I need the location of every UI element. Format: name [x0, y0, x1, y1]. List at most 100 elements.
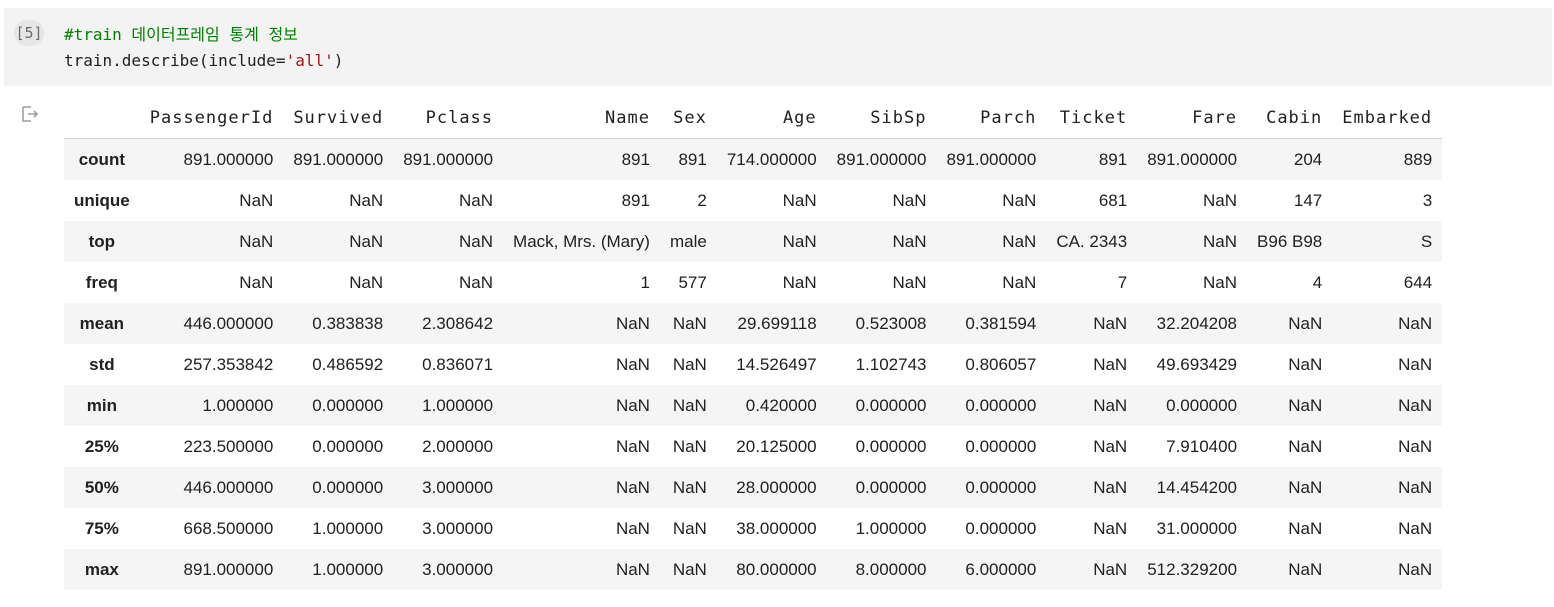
- table-cell: NaN: [615, 395, 650, 415]
- table-cell: NaN: [239, 231, 274, 251]
- table-cell: 6.000000: [965, 559, 1037, 579]
- table-cell: 1.000000: [422, 395, 494, 415]
- table-cell: 891: [1098, 149, 1128, 169]
- table-cell: NaN: [615, 436, 650, 456]
- table-cell: 0.000000: [1166, 395, 1238, 415]
- table-cell: NaN: [1203, 231, 1238, 251]
- table-row: mean 446.000000 0.383838 2.308642 NaN NaN 29.6…: [64, 303, 1443, 344]
- table-row: freq NaN NaN NaN 1 577 NaN NaN NaN 7 NaN 4 644: [64, 262, 1442, 303]
- table-cell: 0.523008: [855, 313, 927, 333]
- table-cell: 891.000000: [293, 149, 384, 169]
- table-cell: NaN: [349, 272, 384, 292]
- table-cell: 3: [1422, 190, 1433, 210]
- table-cell: 2.308642: [422, 313, 494, 333]
- table-header-row: PassengerId Survived Pclass Name Sex Age SibSp…: [64, 98, 1443, 139]
- table-cell: Mack, Mrs. (Mary): [513, 231, 650, 251]
- table-cell: 0.000000: [312, 477, 384, 497]
- table-cell: 0.000000: [965, 436, 1037, 456]
- table-cell: NaN: [1093, 395, 1128, 415]
- table-row: unique NaN NaN NaN 891 2 NaN NaN NaN 681 NaN 147 3: [64, 180, 1442, 221]
- table-cell: B96 B98: [1257, 231, 1323, 251]
- table-cell: NaN: [1093, 313, 1128, 333]
- table-row: 50% 446.000000 0.000000 3.000000 NaN NaN 28.00…: [64, 467, 1443, 508]
- row-index-label: 25%: [84, 436, 119, 456]
- table-cell: 891.000000: [946, 149, 1037, 169]
- table-cell: NaN: [782, 231, 817, 251]
- table-cell: 257.353842: [183, 354, 274, 374]
- table-cell: 644: [1403, 272, 1433, 292]
- table-cell: 1.000000: [312, 559, 384, 579]
- table-cell: 889: [1403, 149, 1433, 169]
- table-row: max 891.000000 1.000000 3.000000 NaN NaN 80.00…: [64, 549, 1443, 590]
- row-index-label: min: [86, 395, 117, 415]
- row-index-label: freq: [85, 272, 118, 292]
- table-cell: 0.000000: [312, 436, 384, 456]
- table-cell: 7.910400: [1166, 436, 1238, 456]
- table-cell: NaN: [782, 272, 817, 292]
- table-cell: 14.454200: [1156, 477, 1238, 497]
- table-cell: NaN: [1203, 190, 1238, 210]
- table-cell: NaN: [892, 190, 927, 210]
- column-header: Pclass: [393, 98, 504, 139]
- table-cell: NaN: [1288, 436, 1323, 456]
- table-cell: NaN: [349, 190, 384, 210]
- table-cell: 49.693429: [1156, 354, 1238, 374]
- table-cell: 714.000000: [726, 149, 817, 169]
- output-arrow-icon[interactable]: [20, 104, 40, 124]
- table-cell: NaN: [1288, 518, 1323, 538]
- table-cell: 0.381594: [965, 313, 1037, 333]
- table-cell: NaN: [615, 354, 650, 374]
- table-cell: NaN: [672, 559, 707, 579]
- table-cell: 31.000000: [1156, 518, 1238, 538]
- table-cell: 223.500000: [183, 436, 274, 456]
- table-cell: 577: [678, 272, 707, 292]
- execution-count[interactable]: [5]: [14, 20, 44, 46]
- table-cell: NaN: [1093, 436, 1128, 456]
- table-cell: 0.000000: [855, 436, 927, 456]
- table-cell: NaN: [1398, 395, 1433, 415]
- table-body: count 891.000000 891.000000 891.000000 891 89…: [64, 138, 1443, 590]
- table-cell: 28.000000: [736, 477, 817, 497]
- table-cell: NaN: [615, 313, 650, 333]
- table-cell: 446.000000: [183, 313, 274, 333]
- table-cell: 7: [1117, 272, 1128, 292]
- table-cell: NaN: [1288, 354, 1323, 374]
- table-cell: NaN: [1398, 518, 1433, 538]
- column-header: Name: [503, 98, 660, 139]
- table-cell: 0.836071: [422, 354, 494, 374]
- table-cell: 2.000000: [422, 436, 494, 456]
- table-cell: NaN: [615, 559, 650, 579]
- column-header: Fare: [1137, 98, 1248, 139]
- code-call: train.describe(include=: [64, 51, 286, 70]
- table-cell: NaN: [1398, 559, 1433, 579]
- code-call-close: ): [333, 51, 344, 70]
- table-cell: 0.000000: [312, 395, 384, 415]
- table-cell: NaN: [1288, 313, 1323, 333]
- table-cell: NaN: [1288, 559, 1323, 579]
- table-cell: 147: [1293, 190, 1323, 210]
- table-cell: 446.000000: [183, 477, 274, 497]
- code-string: 'all': [285, 51, 334, 70]
- code-editor[interactable]: #train 데이터프레임 통계 정보 train.describe(inclu…: [64, 22, 343, 74]
- column-header: Embarked: [1332, 98, 1443, 139]
- table-cell: NaN: [1002, 231, 1037, 251]
- row-index-label: count: [78, 149, 125, 169]
- table-cell: 891.000000: [1147, 149, 1238, 169]
- table-cell: NaN: [782, 190, 817, 210]
- table-cell: NaN: [1288, 477, 1323, 497]
- table-cell: 0.420000: [745, 395, 817, 415]
- table-cell: NaN: [459, 272, 494, 292]
- table-row: top NaN NaN NaN Mack, Mrs. (Mary) male NaN NaN N…: [64, 221, 1443, 262]
- table-cell: NaN: [1002, 190, 1037, 210]
- table-cell: NaN: [1093, 477, 1128, 497]
- index-header: [64, 98, 140, 139]
- table-row: 75% 668.500000 1.000000 3.000000 NaN NaN 38.00…: [64, 508, 1442, 549]
- table-cell: 1.000000: [855, 518, 927, 538]
- table-cell: NaN: [672, 313, 707, 333]
- table-cell: 0.000000: [855, 477, 927, 497]
- table-cell: 1: [640, 272, 650, 292]
- row-index-label: max: [84, 559, 119, 579]
- column-header: Age: [716, 98, 827, 139]
- table-cell: 681: [1098, 190, 1128, 210]
- table-cell: NaN: [1093, 559, 1128, 579]
